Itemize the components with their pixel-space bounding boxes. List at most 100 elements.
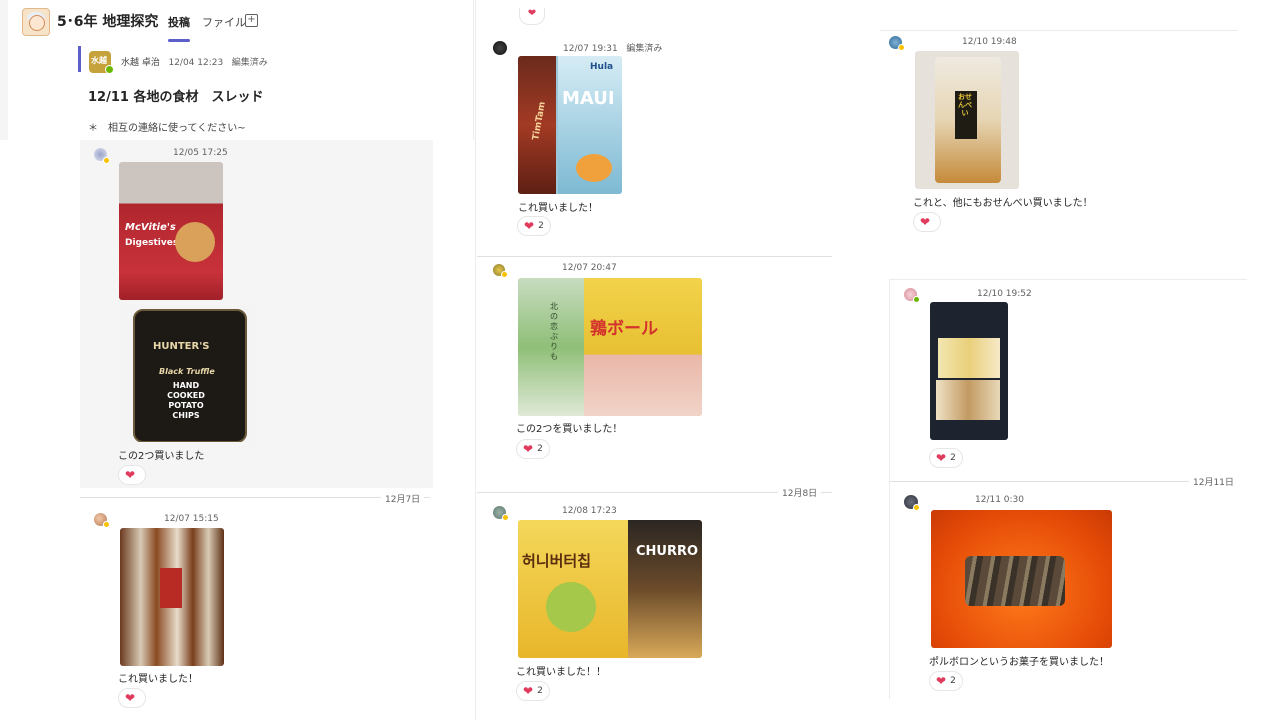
thread-title: 12/11 各地の食材 スレッド [88,90,264,105]
uzura-pack-shape [584,278,702,416]
reply-4-reaction[interactable]: ❤ 2 [516,439,550,459]
reply-7-reaction[interactable]: ❤ 2 [929,448,963,468]
column-3-left-border [889,279,890,699]
reply-5-reaction-count: 2 [537,686,543,696]
senbei-photo[interactable]: おせんべい [915,51,1019,189]
reply-8-reaction[interactable]: ❤ 2 [929,671,963,691]
add-tab-icon[interactable]: + [245,14,258,27]
date-divider-dec8: 12月8日 [778,486,822,499]
karinto-photo[interactable] [120,528,224,666]
digestives-label: Digestives [125,238,179,248]
presence-away-icon [103,157,110,164]
reply-1-reaction[interactable]: ❤ [118,465,146,485]
presence-away-icon [501,271,508,278]
tab-posts[interactable]: 投稿 [168,14,190,30]
polvoron-photo[interactable] [931,510,1112,648]
reply-4-text: この2つを買いました！ [516,424,623,435]
reply-5-reaction[interactable]: ❤ 2 [516,681,550,701]
column-3-separator [889,279,1247,280]
post-accent-bar [78,46,81,72]
honeybutter-label: 허니버터칩 [522,552,592,570]
thread-body: ＊ 相互の連絡に使ってください~ [88,123,246,134]
reply-2-reaction[interactable]: ❤ [118,688,146,708]
hunters-photo[interactable]: HUNTER'S Black Truffle HAND COOKED POTAT… [119,305,257,442]
heart-reaction-icon: ❤ [125,691,136,705]
timtam-maui-photo[interactable]: TimTam Hula MAUI [518,56,622,194]
presence-away-icon [103,521,110,528]
heart-reaction-icon: ❤ [936,451,947,465]
reply-1-time: 12/05 17:25 [173,148,228,158]
snack-pack-bottom-shape [936,380,1000,420]
senbei-label: おせんべい [958,93,972,117]
reply-8-reaction-count: 2 [950,676,956,686]
bee-character-shape [546,582,596,632]
reply-4-reaction-count: 2 [537,444,543,454]
left-gutter [0,0,8,140]
presence-away-icon [502,514,509,521]
team-avatar-icon[interactable] [22,8,50,36]
snack-pack-top-shape [938,338,1000,378]
reply-5-text: これ買いました！！ [516,667,606,678]
mango-shape [576,154,612,182]
presence-available-icon [105,65,114,74]
thread-edited: 編集済み [231,58,268,68]
reply-3-reaction[interactable]: ❤ 2 [517,216,551,236]
kita-label: 北の恋ぶりも [550,302,558,361]
reply-6-time: 12/10 19:48 [962,37,1017,47]
snack-packs-photo[interactable] [930,302,1008,440]
honeybutter-churro-photo[interactable]: 허니버터칩 CHURRO [518,520,702,658]
mcvities-photo[interactable]: McVitie's Digestives [119,162,223,300]
partial-heart-top: ❤ [519,8,545,25]
date-divider-line [890,481,1238,482]
uzura-label: 鶉ボール [590,319,658,339]
chips-label: HAND COOKED POTATO CHIPS [167,381,205,420]
presence-away-icon [898,44,905,51]
author-badge: 水越 [91,56,107,65]
post-separator [477,256,832,257]
heart-reaction-icon: ❤ [125,468,136,482]
author-name[interactable]: 水越 卓治 [121,58,160,68]
date-divider-dec7: 12月7日 [381,492,425,505]
thread-time: 12/04 12:23 [168,58,224,68]
tab-active-indicator [168,39,190,42]
mcvities-label: McVitie's [125,222,176,233]
reply-3-time-text: 12/07 19:31 [563,44,618,54]
reply-3-reaction-count: 2 [538,221,544,231]
reply-8-time: 12/11 0:30 [975,495,1025,505]
hula-label: Hula [590,62,614,72]
heart-reaction-icon: ❤ [523,684,534,698]
churro-bag-shape [628,520,702,658]
thread-meta: 水越 卓治 12/04 12:23 編集済み [121,55,268,68]
polvoron-pack-shape [965,556,1065,606]
date-divider-dec11: 12月11日 [1189,475,1238,488]
heart-reaction-icon: ❤ [523,442,534,456]
reply-5-time: 12/08 17:23 [562,506,617,516]
reply-3-edited: 編集済み [626,44,663,54]
tab-files[interactable]: ファイル [202,14,246,30]
reply-2-text: これ買いました！ [118,674,198,685]
karinto-label-shape [160,568,182,608]
reply-6-reaction[interactable]: ❤ [913,212,941,232]
reply-7-reaction-count: 2 [950,453,956,463]
team-title: 5･6年 地理探究 [57,14,159,30]
presence-away-icon [913,504,920,511]
biscuit-shape [175,222,215,262]
heart-reaction-icon: ❤ [936,674,947,688]
reply-3-avatar[interactable] [493,41,507,55]
presence-available-icon [913,296,920,303]
column-2-separator [475,0,476,720]
reply-1-text: この2つ買いました [118,451,205,462]
churro-label: CHURRO [636,544,699,559]
reply-4-time: 12/07 20:47 [562,263,617,273]
heart-reaction-icon: ❤ [524,219,535,233]
reply-8-text: ポルボロンというお菓子を買いました！ [929,657,1109,668]
maui-label: MAUI [562,88,615,109]
date-divider-line [80,497,430,498]
reply-3-text: これ買いました！ [518,203,598,214]
hunters-sub-label: Black Truffle [159,367,215,376]
kita-uzura-photo[interactable]: 北の恋ぶりも 鶉ボール [518,278,702,416]
reply-3-time: 12/07 19:31 編集済み [563,41,662,54]
reply-6-text: これと、他にもおせんべい買いました！ [913,198,1093,209]
column-3-top-border [880,30,1238,31]
reply-7-time: 12/10 19:52 [977,289,1032,299]
